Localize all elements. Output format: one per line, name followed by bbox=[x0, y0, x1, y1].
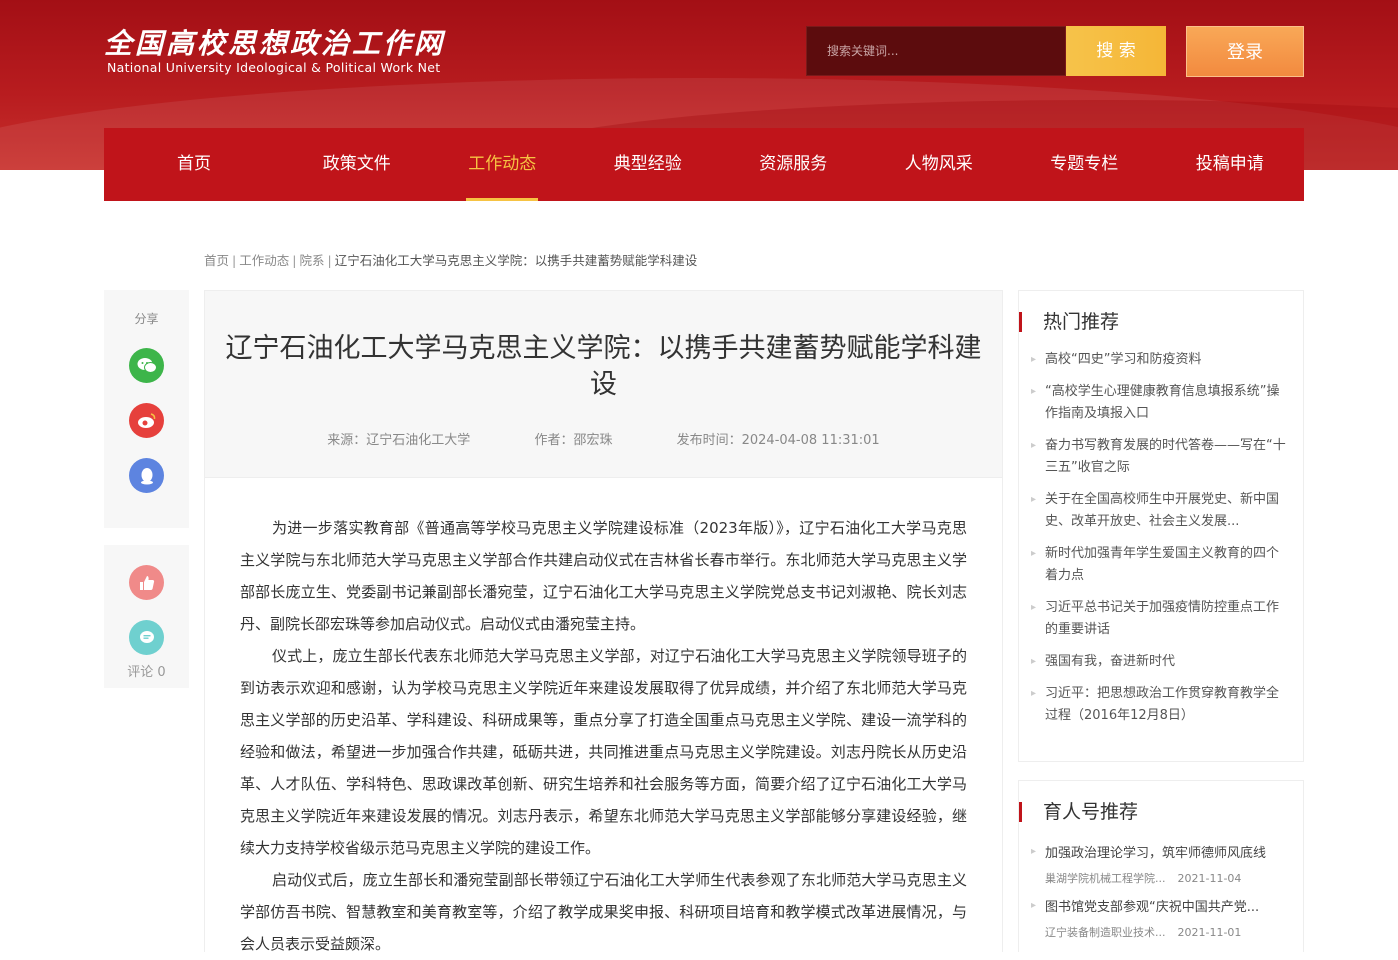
hot-recommend-item[interactable]: 强国有我，奋进新时代 bbox=[1031, 651, 1291, 673]
breadcrumb: 首页 | 工作动态 | 院系 | 辽宁石油化工大学马克思主义学院：以携手共建蓄势赋能学科建设 bbox=[204, 250, 697, 269]
breadcrumb-section[interactable]: 工作动态 bbox=[239, 253, 289, 268]
nav-item-topics[interactable]: 专题专栏 bbox=[1012, 128, 1158, 201]
wechat-share-icon[interactable] bbox=[129, 348, 164, 383]
nav-item-typical-experience[interactable]: 典型经验 bbox=[575, 128, 721, 201]
yuren-recommend-item[interactable]: 图书馆党支部参观“庆祝中国共产党... 辽宁装备制造职业技术... 2021-11… bbox=[1031, 897, 1291, 941]
comment-icon[interactable] bbox=[129, 620, 164, 655]
nav-item-resources[interactable]: 资源服务 bbox=[721, 128, 867, 201]
hot-recommend-item[interactable]: “高校学生心理健康教育信息填报系统”操作指南及填报入口 bbox=[1031, 381, 1291, 425]
article-meta: 来源：辽宁石油化工大学 作者：邵宏珠 发布时间：2024-04-08 11:31… bbox=[205, 429, 1002, 448]
breadcrumb-current: 辽宁石油化工大学马克思主义学院：以携手共建蓄势赋能学科建设 bbox=[334, 253, 698, 268]
yuren-item-title[interactable]: 图书馆党支部参观“庆祝中国共产党... bbox=[1045, 897, 1291, 919]
hot-recommend-item[interactable]: 关于在全国高校师生中开展党史、新中国史、改革开放史、社会主义发展... bbox=[1031, 489, 1291, 533]
breadcrumb-separator: | bbox=[292, 253, 297, 268]
article-header: 辽宁石油化工大学马克思主义学院：以携手共建蓄势赋能学科建设 来源：辽宁石油化工大… bbox=[204, 290, 1003, 478]
main-nav: 首页 政策文件 工作动态 典型经验 资源服务 人物风采 专题专栏 投稿申请 bbox=[104, 128, 1304, 201]
breadcrumb-separator: | bbox=[232, 253, 237, 268]
comment-count[interactable]: 评论 0 bbox=[104, 661, 189, 680]
site-logo-en[interactable]: National University Ideological & Politi… bbox=[107, 60, 440, 75]
article-published: 发布时间：2024-04-08 11:31:01 bbox=[676, 433, 880, 448]
yuren-item-org: 巢湖学院机械工程学院... bbox=[1045, 872, 1166, 885]
login-button[interactable]: 登录 bbox=[1186, 26, 1304, 77]
breadcrumb-home[interactable]: 首页 bbox=[204, 253, 229, 268]
nav-item-policy[interactable]: 政策文件 bbox=[284, 128, 430, 201]
article-title: 辽宁石油化工大学马克思主义学院：以携手共建蓄势赋能学科建设 bbox=[225, 333, 982, 400]
article-paragraph: 启动仪式后，庞立生部长和潘宛莹副部长带领辽宁石油化工大学师生代表参观了东北师范大… bbox=[240, 871, 967, 953]
action-panel: 评论 0 bbox=[104, 545, 189, 688]
article-source: 来源：辽宁石油化工大学 bbox=[327, 433, 471, 448]
yuren-item-date: 2021-11-04 bbox=[1177, 872, 1242, 885]
article-author: 作者：邵宏珠 bbox=[534, 433, 613, 448]
yuren-item-meta: 辽宁装备制造职业技术... 2021-11-01 bbox=[1045, 925, 1291, 941]
hot-recommend-item[interactable]: 习近平：把思想政治工作贯穿教育教学全过程（2016年12月8日） bbox=[1031, 683, 1291, 727]
site-logo-cn[interactable]: 全国高校思想政治工作网 bbox=[104, 22, 445, 62]
yuren-item-title[interactable]: 加强政治理论学习，筑牢师德师风底线 bbox=[1045, 843, 1291, 865]
nav-item-people[interactable]: 人物风采 bbox=[866, 128, 1012, 201]
like-icon[interactable] bbox=[129, 565, 164, 600]
qq-share-icon[interactable] bbox=[129, 458, 164, 493]
hot-recommend-item[interactable]: 习近平总书记关于加强疫情防控重点工作的重要讲话 bbox=[1031, 597, 1291, 641]
yuren-recommend-title: 育人号推荐 bbox=[1019, 799, 1303, 825]
nav-item-submit[interactable]: 投稿申请 bbox=[1157, 128, 1303, 201]
yuren-recommend-item[interactable]: 加强政治理论学习，筑牢师德师风底线 巢湖学院机械工程学院... 2021-11-0… bbox=[1031, 843, 1291, 887]
article-body: 为进一步落实教育部《普通高等学校马克思主义学院建设标准（2023年版）》，辽宁石… bbox=[204, 478, 1003, 953]
search-button[interactable]: 搜 索 bbox=[1066, 26, 1166, 76]
yuren-recommend-panel: 育人号推荐 加强政治理论学习，筑牢师德师风底线 巢湖学院机械工程学院... 202… bbox=[1018, 780, 1304, 952]
article-paragraph: 为进一步落实教育部《普通高等学校马克思主义学院建设标准（2023年版）》，辽宁石… bbox=[240, 519, 967, 633]
nav-item-work-news[interactable]: 工作动态 bbox=[430, 128, 576, 201]
share-label: 分享 bbox=[134, 312, 159, 326]
hot-recommend-item[interactable]: 奋力书写教育发展的时代答卷——写在“十三五”收官之际 bbox=[1031, 435, 1291, 479]
nav-item-home[interactable]: 首页 bbox=[104, 128, 284, 201]
search-input[interactable]: 搜索关键词... bbox=[806, 26, 1066, 76]
hot-recommend-item[interactable]: 新时代加强青年学生爱国主义教育的四个着力点 bbox=[1031, 543, 1291, 587]
yuren-item-meta: 巢湖学院机械工程学院... 2021-11-04 bbox=[1045, 871, 1291, 887]
hot-recommend-item[interactable]: 高校“四史”学习和防疫资料 bbox=[1031, 349, 1291, 371]
article-paragraph: 仪式上，庞立生部长代表东北师范大学马克思主义学部，对辽宁石油化工大学马克思主义学… bbox=[240, 647, 967, 857]
share-panel: 分享 bbox=[104, 290, 189, 528]
hot-recommend-title: 热门推荐 bbox=[1019, 309, 1303, 335]
yuren-recommend-list: 加强政治理论学习，筑牢师德师风底线 巢湖学院机械工程学院... 2021-11-0… bbox=[1019, 825, 1303, 941]
breadcrumb-subsection[interactable]: 院系 bbox=[299, 253, 324, 268]
hot-recommend-list: 高校“四史”学习和防疫资料 “高校学生心理健康教育信息填报系统”操作指南及填报入… bbox=[1019, 335, 1303, 727]
breadcrumb-separator: | bbox=[327, 253, 332, 268]
weibo-share-icon[interactable] bbox=[129, 403, 164, 438]
yuren-item-date: 2021-11-01 bbox=[1177, 926, 1242, 939]
yuren-item-org: 辽宁装备制造职业技术... bbox=[1045, 926, 1166, 939]
hot-recommend-panel: 热门推荐 高校“四史”学习和防疫资料 “高校学生心理健康教育信息填报系统”操作指… bbox=[1018, 290, 1304, 762]
